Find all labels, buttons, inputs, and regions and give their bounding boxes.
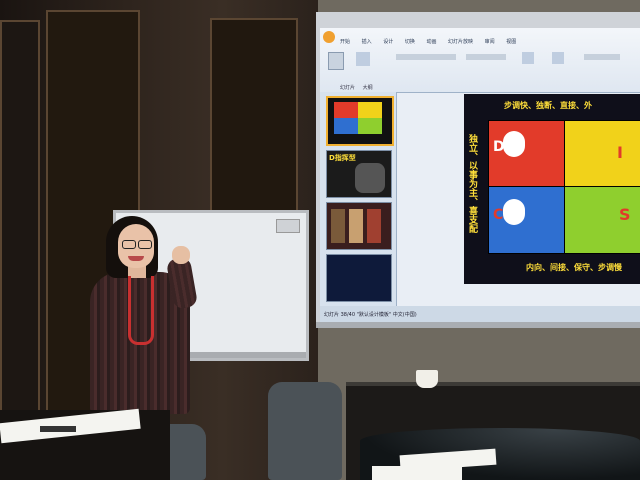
current-slide: 步调快、独断、直接、外 独立、以事为主、喜支配 D I C S 内向、间接、保守… (464, 94, 640, 284)
presenter-hand (172, 246, 190, 264)
thumb-quad (358, 118, 382, 134)
screen-bottom (316, 322, 640, 328)
slide-title: 步调快、独断、直接、外 (504, 101, 592, 110)
quadrant-s: S (564, 186, 640, 254)
arrange-icon[interactable] (552, 52, 564, 64)
lanyard (128, 276, 154, 345)
menu-item[interactable]: 审阅 (485, 39, 495, 45)
slide-left-text: 独立、以事为主、喜支配 (467, 134, 477, 233)
powerpoint-window: 开始 插入 设计 切换 动画 幻灯片放映 审阅 视图 幻灯片 大纲 D指挥型 步… (320, 28, 640, 324)
letter-s: S (619, 205, 631, 224)
menu-item[interactable]: 插入 (362, 39, 372, 45)
shapes-icon[interactable] (522, 52, 534, 64)
ribbon-tools (326, 48, 626, 76)
photo (349, 209, 363, 243)
slide-thumbnail[interactable] (326, 254, 392, 302)
quadrant-i: I (564, 120, 640, 188)
chair (268, 382, 342, 480)
menu-item[interactable]: 设计 (383, 39, 393, 45)
face-icon (503, 199, 525, 225)
photo (331, 209, 345, 243)
menu-item[interactable]: 开始 (340, 39, 350, 45)
presenter-face (118, 224, 154, 268)
paper-sheet (372, 466, 462, 480)
wall-panel (210, 18, 298, 222)
slide-thumbnail[interactable] (326, 202, 392, 250)
quadrant-c: C (488, 186, 566, 254)
menu-item[interactable]: 动画 (426, 39, 436, 45)
panel-tabs: 幻灯片 大纲 (340, 84, 373, 91)
paste-icon[interactable] (328, 52, 344, 70)
letter-c: C (493, 207, 504, 223)
phone (40, 426, 76, 432)
slide-footer: 内向、间接、保守、步调慢 (526, 263, 622, 272)
thumb-label: D指挥型 (329, 154, 356, 162)
slide-thumbnail[interactable]: D指挥型 (326, 150, 392, 198)
tab-outline[interactable]: 大纲 (363, 85, 373, 91)
eraser (276, 219, 300, 233)
font-box[interactable] (396, 54, 456, 60)
slide-thumbnail[interactable] (326, 96, 394, 146)
teacup (416, 370, 438, 388)
glasses-icon (122, 240, 136, 249)
letter-d: D (493, 139, 505, 155)
wall-panel (0, 20, 40, 464)
paragraph-tools[interactable] (466, 54, 506, 60)
menu-bar: 开始 插入 设计 切换 动画 幻灯片放映 审阅 视图 (340, 38, 526, 45)
face-icon (503, 131, 525, 157)
glasses-icon (138, 240, 152, 249)
status-text: 幻灯片 38/40 "默认设计模板" 中文(中国) (324, 312, 417, 318)
letter-i: I (617, 143, 623, 162)
quadrant-d: D (488, 120, 566, 188)
thumb-quad (334, 102, 358, 118)
menu-item[interactable]: 切换 (405, 39, 415, 45)
slide-thumbnails: D指挥型 (320, 92, 397, 306)
tab-slides[interactable]: 幻灯片 (340, 85, 355, 91)
menu-item[interactable]: 幻灯片放映 (448, 39, 473, 45)
office-button-icon[interactable] (323, 31, 335, 43)
mouth (128, 256, 144, 261)
editing-tools[interactable] (584, 54, 620, 60)
menu-item[interactable]: 视图 (506, 39, 516, 45)
photo (355, 163, 385, 193)
new-slide-icon[interactable] (356, 52, 370, 66)
photo (367, 209, 381, 243)
thumb-quad (358, 102, 382, 118)
thumb-quad (334, 118, 358, 134)
ribbon: 开始 插入 设计 切换 动画 幻灯片放映 审阅 视图 幻灯片 大纲 (320, 28, 640, 93)
